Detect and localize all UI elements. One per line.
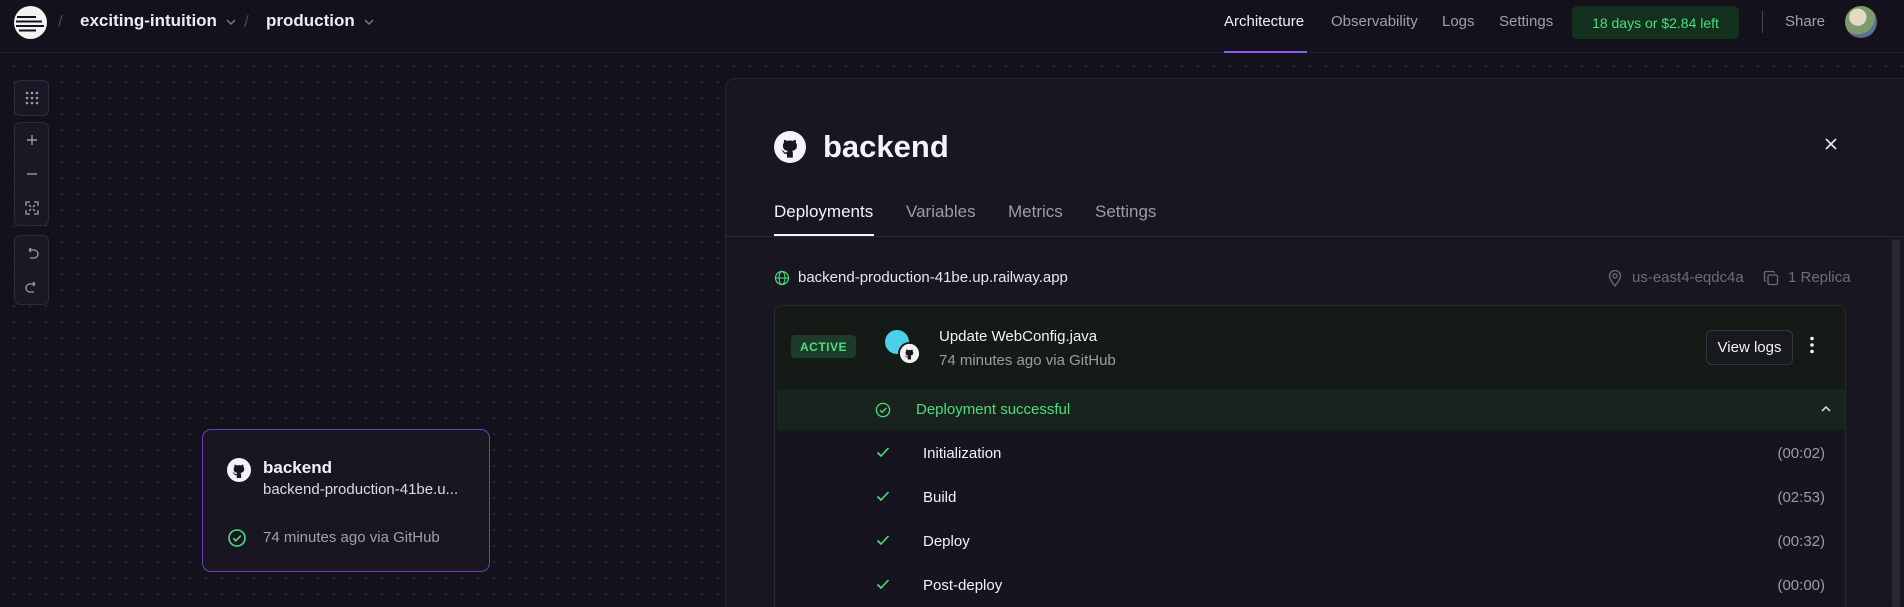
user-avatar[interactable]	[1845, 6, 1877, 38]
tab-deployments[interactable]: Deployments	[774, 202, 873, 222]
list-item: Initialization (00:02)	[777, 432, 1845, 476]
step-duration: (02:53)	[1777, 489, 1825, 506]
check-icon	[876, 446, 890, 458]
panel-title: backend	[823, 129, 949, 164]
github-icon	[774, 131, 806, 163]
replica-copy-icon	[1763, 270, 1779, 286]
chevron-up-icon	[1820, 404, 1832, 414]
location-pin-icon	[1607, 270, 1623, 287]
deployment-status-toggle[interactable]: Deployment successful	[777, 389, 1845, 430]
undo-icon	[28, 247, 39, 259]
globe-icon	[774, 270, 790, 286]
list-item: Deploy (00:32)	[777, 520, 1845, 564]
step-duration: (00:32)	[1777, 533, 1825, 550]
tab-metrics[interactable]: Metrics	[1008, 202, 1063, 222]
step-name: Post-deploy	[923, 577, 1003, 594]
environment-name: production	[266, 11, 355, 30]
more-options-icon[interactable]	[1810, 336, 1814, 354]
service-details-panel: backend Deployments Variables Metrics Se…	[725, 78, 1904, 607]
railway-logo-icon[interactable]	[14, 6, 47, 39]
service-name: backend	[263, 458, 332, 477]
breadcrumb-separator: /	[58, 12, 63, 31]
step-duration: (00:02)	[1777, 445, 1825, 462]
github-icon	[227, 458, 251, 482]
zoom-controls	[14, 122, 49, 226]
commit-message: Update WebConfig.java	[939, 328, 1098, 345]
grid-dots-icon	[25, 91, 38, 105]
step-duration: (00:00)	[1777, 577, 1825, 594]
chevron-down-icon	[226, 19, 236, 26]
service-deploy-status: 74 minutes ago via GitHub	[263, 529, 440, 546]
deployment-steps: Initialization (00:02) Build (02:53) Dep…	[777, 432, 1845, 607]
deployment-status-text: Deployment successful	[916, 401, 1071, 418]
service-domain-link[interactable]: backend-production-41be.up.railway.app	[798, 269, 1068, 286]
environment-selector[interactable]: production	[266, 11, 375, 31]
step-name: Initialization	[923, 445, 1002, 462]
check-circle-icon	[227, 528, 247, 548]
step-name: Deploy	[923, 533, 970, 550]
breadcrumb-separator: /	[244, 12, 249, 31]
top-bar: / exciting-intuition / production Archit…	[0, 0, 1904, 53]
deployment-card: ACTIVE Update WebConfig.java 74 minutes …	[774, 305, 1846, 607]
service-url: backend-production-41be.u...	[263, 481, 459, 498]
fit-screen-icon	[24, 201, 39, 215]
check-circle-icon	[875, 402, 891, 418]
status-badge: ACTIVE	[791, 335, 857, 358]
nav-logs[interactable]: Logs	[1442, 13, 1475, 30]
plus-icon	[26, 135, 37, 145]
deployment-region: us-east4-eqdc4a	[1632, 269, 1744, 286]
zoom-out-button[interactable]	[15, 157, 48, 191]
project-selector[interactable]: exciting-intuition	[80, 11, 237, 31]
github-icon	[898, 342, 921, 365]
canvas-menu-group	[14, 80, 49, 116]
zoom-in-button[interactable]	[15, 123, 48, 157]
check-icon	[876, 534, 890, 546]
chevron-down-icon	[364, 19, 374, 26]
close-icon	[1825, 138, 1837, 150]
check-icon	[876, 490, 890, 502]
tab-variables[interactable]: Variables	[906, 202, 976, 222]
redo-icon	[24, 281, 35, 293]
view-logs-button[interactable]: View logs	[1706, 330, 1793, 365]
nav-active-indicator	[1224, 51, 1307, 53]
fit-view-button[interactable]	[15, 191, 48, 225]
nav-observability[interactable]: Observability	[1331, 13, 1418, 30]
trial-credit-badge[interactable]: 18 days or $2.84 left	[1572, 6, 1739, 39]
undo-button[interactable]	[15, 236, 48, 270]
service-node-backend[interactable]: backend backend-production-41be.u... 74 …	[202, 429, 490, 572]
nav-settings[interactable]: Settings	[1499, 13, 1553, 30]
commit-meta: 74 minutes ago via GitHub	[939, 352, 1116, 369]
replica-count: 1 Replica	[1788, 269, 1851, 286]
project-name: exciting-intuition	[80, 11, 217, 30]
step-name: Build	[923, 489, 957, 506]
redo-button[interactable]	[15, 270, 48, 304]
nav-architecture[interactable]: Architecture	[1224, 13, 1304, 30]
close-panel-button[interactable]	[1825, 138, 1837, 150]
grid-menu-button[interactable]	[15, 81, 48, 115]
list-item: Build (02:53)	[777, 476, 1845, 520]
tab-settings[interactable]: Settings	[1095, 202, 1156, 222]
divider	[1762, 11, 1763, 33]
minus-icon	[26, 173, 37, 175]
share-button[interactable]: Share	[1785, 13, 1825, 30]
check-icon	[876, 578, 890, 590]
history-controls	[14, 235, 49, 305]
list-item: Post-deploy (00:00)	[777, 564, 1845, 607]
deployment-header[interactable]: ACTIVE Update WebConfig.java 74 minutes …	[775, 306, 1845, 387]
tabs-divider	[726, 236, 1904, 237]
panel-scrollbar[interactable]	[1892, 239, 1900, 607]
